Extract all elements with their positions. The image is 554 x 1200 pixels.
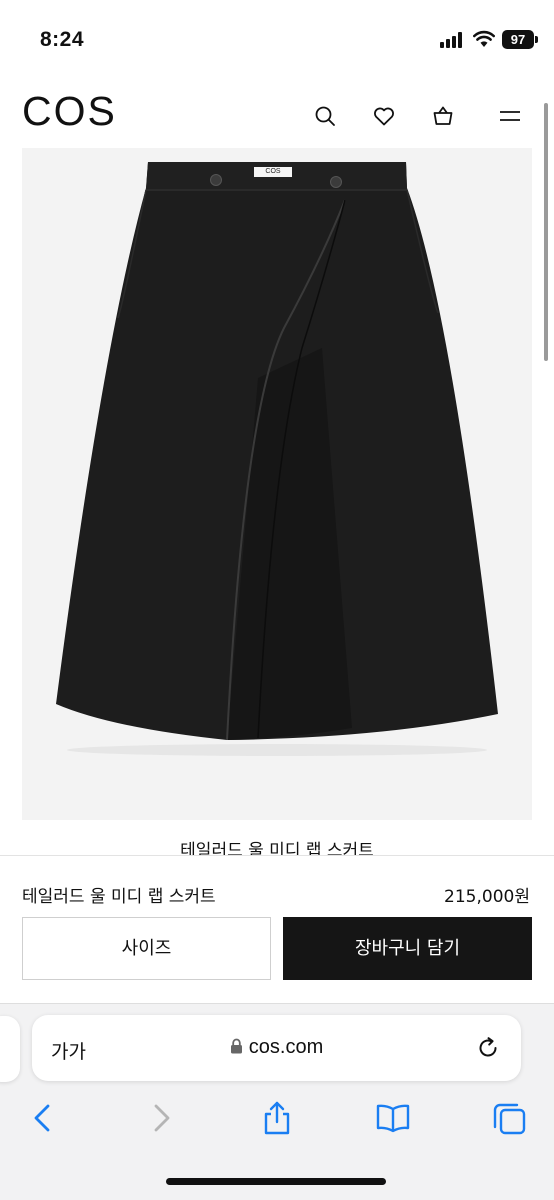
- previous-tab-preview[interactable]: [0, 1016, 20, 1082]
- home-indicator[interactable]: [166, 1178, 386, 1185]
- product-image[interactable]: COS: [22, 148, 532, 820]
- skirt-illustration: [22, 148, 532, 820]
- size-button[interactable]: 사이즈: [22, 917, 271, 980]
- back-icon[interactable]: [25, 1100, 61, 1136]
- browser-toolbar: 가가 cos.com: [0, 1003, 554, 1200]
- cellular-signal-icon: [440, 32, 466, 48]
- url-display[interactable]: cos.com: [32, 1036, 521, 1059]
- status-bar: 8:24 97: [0, 0, 554, 80]
- waistband-tag-label: COS: [265, 168, 281, 175]
- product-name: 테일러드 울 미디 랩 스커트: [22, 887, 216, 907]
- product-price: 215,000원: [444, 887, 530, 907]
- scrollbar[interactable]: [544, 103, 548, 361]
- share-icon[interactable]: [259, 1100, 295, 1136]
- status-time: 8:24: [40, 28, 85, 51]
- cos-logo[interactable]: COS: [22, 88, 117, 135]
- address-bar[interactable]: 가가 cos.com: [32, 1015, 521, 1081]
- add-to-cart-button[interactable]: 장바구니 담기: [283, 917, 532, 980]
- url-text: cos.com: [248, 1036, 324, 1058]
- lock-icon: [230, 1037, 243, 1054]
- battery-icon: 97: [502, 30, 538, 49]
- reload-icon[interactable]: [475, 1035, 501, 1061]
- tabs-icon[interactable]: [491, 1100, 527, 1136]
- forward-icon[interactable]: [143, 1100, 179, 1136]
- menu-icon[interactable]: [498, 104, 522, 128]
- search-icon[interactable]: [313, 104, 337, 128]
- wifi-icon: [473, 30, 495, 48]
- site-header: COS: [0, 80, 554, 148]
- bookmarks-icon[interactable]: [375, 1100, 411, 1136]
- heart-icon[interactable]: [372, 104, 396, 128]
- shopping-bag-icon[interactable]: [431, 104, 455, 128]
- sticky-purchase-bar: 테일러드 울 미디 랩 스커트 215,000원 사이즈 장바구니 담기: [0, 855, 554, 1003]
